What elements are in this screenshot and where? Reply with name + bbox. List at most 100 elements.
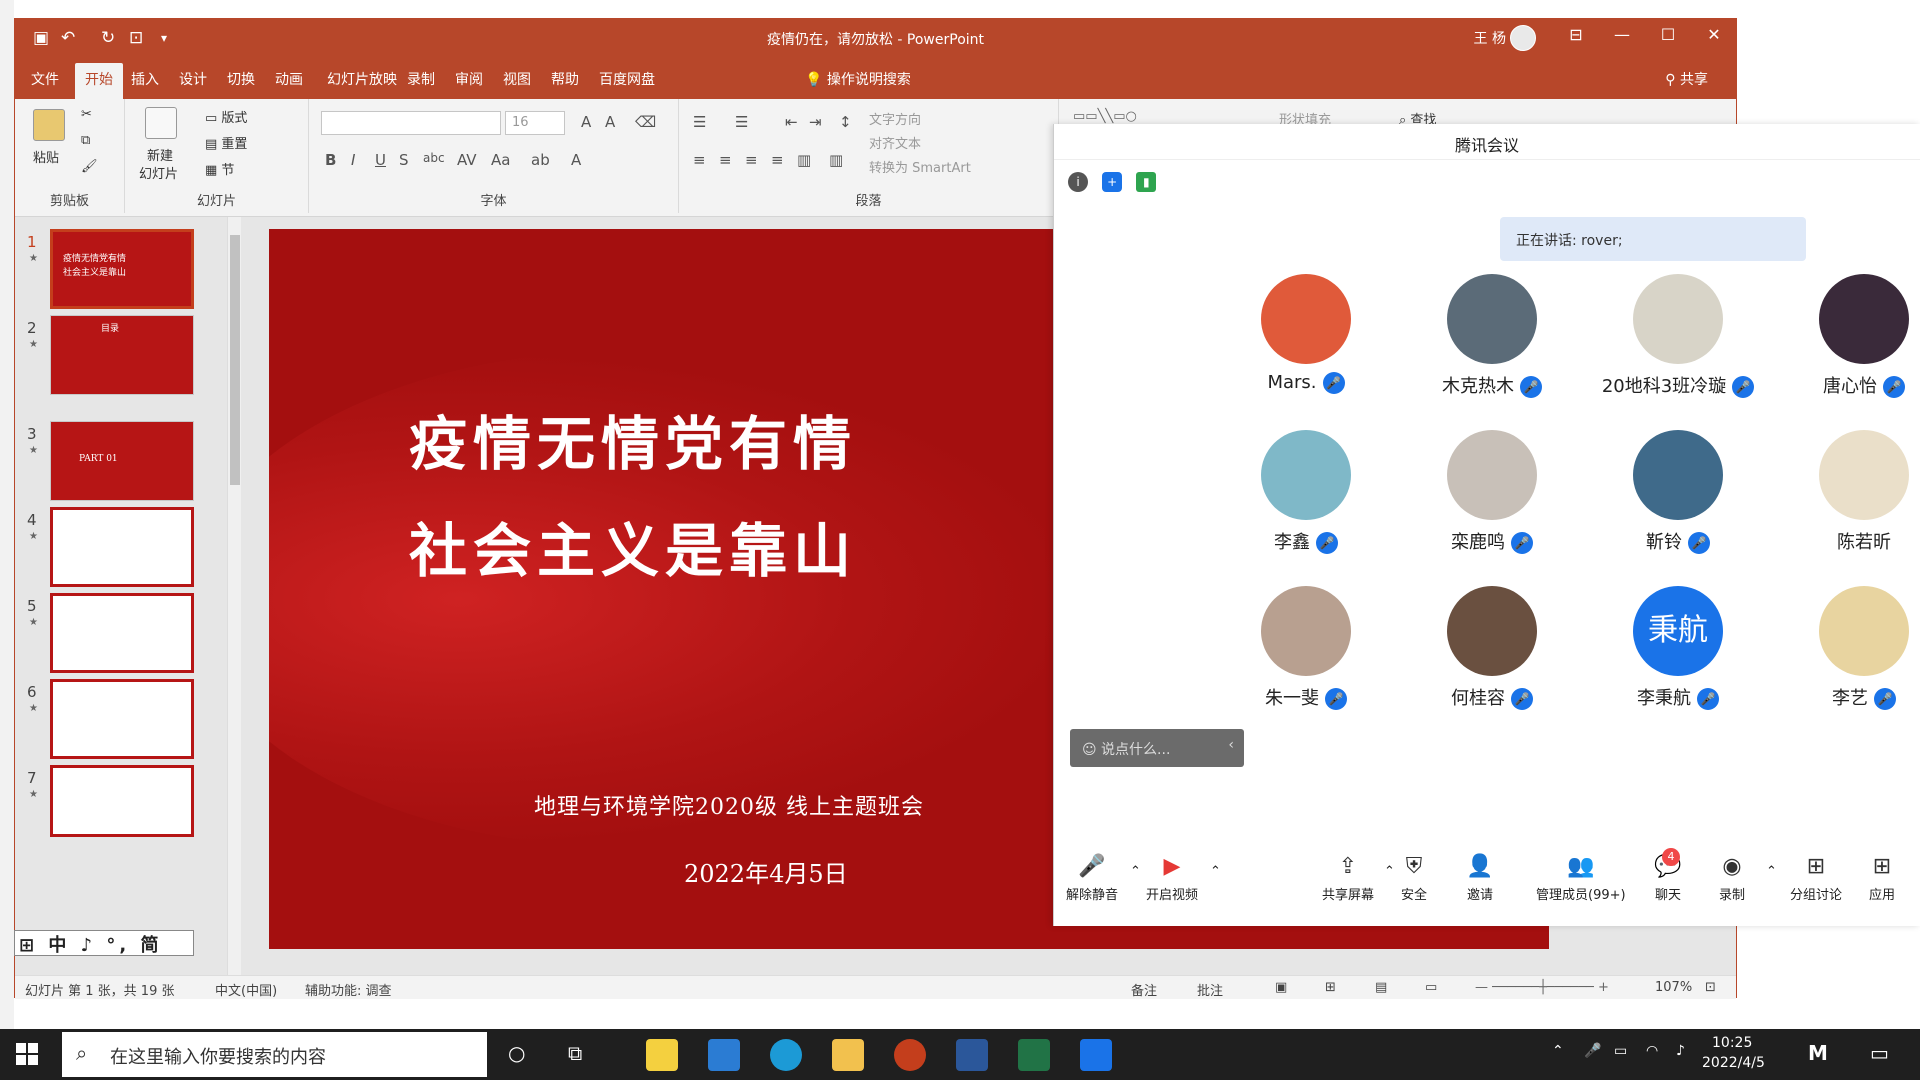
text-direction-button[interactable]: 文字方向 — [869, 109, 921, 128]
menu-animations[interactable]: 动画 — [275, 69, 303, 89]
taskbar-search[interactable]: ⌕ 在这里输入你要搜索的内容 — [62, 1032, 487, 1077]
avatar[interactable] — [1819, 274, 1909, 364]
mail-icon[interactable] — [708, 1039, 740, 1071]
signal-icon[interactable]: ▮ — [1136, 172, 1157, 192]
participant-tile[interactable]: 唐心怡 🎤 — [1774, 274, 1920, 398]
sticky-notes-icon[interactable] — [646, 1039, 678, 1071]
participant-tile[interactable]: 20地科3班冷璇 🎤 — [1588, 274, 1768, 398]
fit-slide-icon[interactable]: ⊡ — [1705, 980, 1716, 995]
participant-tile[interactable]: 何桂容 🎤 — [1402, 586, 1582, 710]
scrollbar-thumb[interactable] — [230, 235, 240, 485]
comments-button[interactable]: 批注 — [1197, 980, 1223, 999]
bullets-icon[interactable]: ☰ — [693, 113, 706, 131]
layout-button[interactable]: ▭ 版式 — [205, 107, 247, 126]
new-slide-button[interactable]: 新建 — [147, 145, 173, 164]
reset-button[interactable]: ▤ 重置 — [205, 133, 247, 152]
avatar[interactable] — [1261, 274, 1351, 364]
font-name-combo[interactable] — [321, 111, 501, 135]
menu-help[interactable]: 帮助 — [551, 69, 579, 89]
italic-icon[interactable]: I — [351, 151, 355, 169]
copy-icon[interactable]: ⧉ — [81, 133, 90, 148]
apps-button[interactable]: ⊞ 应用 — [1868, 854, 1896, 903]
edge-icon[interactable] — [770, 1039, 802, 1071]
participant-tile[interactable]: 李鑫 🎤 — [1216, 430, 1396, 554]
avatar[interactable] — [1447, 274, 1537, 364]
share-button[interactable]: ⚲ 共享 — [1665, 69, 1708, 89]
ime-toolbar[interactable]: ⊞ 中 ♪ °, 简 — [14, 930, 194, 956]
thumbnail-1[interactable]: 疫情无情党有情 社会主义是靠山 — [50, 229, 194, 309]
numbering-icon[interactable]: ☰ — [735, 113, 748, 131]
font-size-combo[interactable]: 16 — [505, 111, 565, 135]
shapes-gallery[interactable]: ▭▭╲╲▭○ — [1073, 109, 1137, 124]
avatar[interactable] — [1261, 586, 1351, 676]
align-text-button[interactable]: 对齐文本 — [869, 133, 921, 152]
notes-button[interactable]: 备注 — [1131, 980, 1157, 999]
excel-icon[interactable] — [1018, 1039, 1050, 1071]
thumbnail-4[interactable] — [50, 507, 194, 587]
menu-view[interactable]: 视图 — [503, 69, 531, 89]
menu-transitions[interactable]: 切换 — [227, 69, 255, 89]
share-options-icon[interactable]: ⌃ — [1384, 864, 1395, 879]
increase-font-icon[interactable]: A — [581, 113, 591, 131]
shield-icon[interactable]: + — [1102, 172, 1123, 192]
avatar[interactable] — [1447, 430, 1537, 520]
collapse-icon[interactable]: ‹ — [1228, 737, 1234, 753]
mute-options-icon[interactable]: ⌃ — [1130, 864, 1141, 879]
shadow-icon[interactable]: S — [399, 151, 409, 169]
decrease-indent-icon[interactable]: ⇤ — [785, 113, 798, 131]
microphone-icon[interactable]: 🎤 — [1584, 1043, 1601, 1059]
input-method-icon[interactable]: M — [1808, 1041, 1828, 1065]
reading-view-icon[interactable]: ▤ — [1375, 980, 1387, 995]
language[interactable]: 中文(中国) — [215, 980, 277, 999]
avatar[interactable] — [1819, 430, 1909, 520]
menu-home[interactable]: 开始 — [75, 63, 123, 99]
section-button[interactable]: ▦ 节 — [205, 159, 234, 178]
avatar[interactable] — [1633, 430, 1723, 520]
participant-tile[interactable]: 李艺 🎤 — [1774, 586, 1920, 710]
clock-date[interactable]: 2022/4/5 — [1702, 1055, 1765, 1071]
show-hidden-icons[interactable]: ⌃ — [1552, 1043, 1564, 1059]
menu-baidu[interactable]: 百度网盘 — [599, 69, 655, 89]
wifi-icon[interactable]: ◠ — [1646, 1043, 1658, 1059]
members-button[interactable]: 👥 管理成员(99+) — [1536, 854, 1626, 903]
slide-subtitle[interactable]: 地理与环境学院2020级 线上主题班会 — [534, 789, 924, 821]
chat-input[interactable]: ☺ 说点什么... ‹ — [1070, 729, 1244, 767]
file-explorer-icon[interactable] — [832, 1039, 864, 1071]
thumbnail-3[interactable]: PART 01 — [50, 421, 194, 501]
zoom-level[interactable]: 107% — [1655, 980, 1692, 995]
powerpoint-icon[interactable] — [894, 1039, 926, 1071]
battery-icon[interactable]: ▭ — [1614, 1043, 1627, 1059]
slideshow-view-icon[interactable]: ▭ — [1425, 980, 1437, 995]
participant-tile[interactable]: 陈若昕 — [1774, 430, 1920, 554]
avatar[interactable] — [1447, 586, 1537, 676]
slide-title-line1[interactable]: 疫情无情党有情 — [409, 397, 857, 481]
participant-tile[interactable]: 朱一斐 🎤 — [1216, 586, 1396, 710]
unmute-button[interactable]: 🎤 解除静音 — [1066, 854, 1118, 903]
smartart-button[interactable]: 转换为 SmartArt — [869, 157, 971, 176]
thumbnail-2[interactable]: 目录 — [50, 315, 194, 395]
menu-record[interactable]: 录制 — [407, 69, 435, 89]
slide-date[interactable]: 2022年4月5日 — [684, 854, 848, 889]
thumbnail-7[interactable] — [50, 765, 194, 837]
menu-review[interactable]: 审阅 — [455, 69, 483, 89]
char-spacing-icon[interactable]: AV — [457, 151, 477, 169]
emoji-icon[interactable]: ☺ — [1082, 742, 1101, 758]
slide-sorter-icon[interactable]: ⊞ — [1325, 980, 1336, 995]
menu-design[interactable]: 设计 — [179, 69, 207, 89]
zoom-slider[interactable]: — ──────┼────── + — [1475, 980, 1609, 995]
volume-icon[interactable]: ♪ — [1676, 1043, 1685, 1059]
thumbnail-scrollbar[interactable] — [227, 217, 241, 975]
line-spacing-icon[interactable]: ↕ — [839, 113, 852, 131]
change-case-icon[interactable]: Aa — [491, 151, 510, 169]
increase-indent-icon[interactable]: ⇥ — [809, 113, 822, 131]
justify-icon[interactable]: ≡ — [771, 151, 784, 169]
word-icon[interactable] — [956, 1039, 988, 1071]
bold-icon[interactable]: B — [325, 151, 336, 169]
minimize-icon[interactable]: — — [1602, 25, 1642, 44]
strikethrough-icon[interactable]: abc — [423, 151, 445, 165]
avatar[interactable]: 秉航 — [1633, 586, 1723, 676]
avatar[interactable] — [1261, 430, 1351, 520]
participant-tile[interactable]: Mars. 🎤 — [1216, 274, 1396, 394]
task-view-icon[interactable]: ⧉ — [568, 1041, 582, 1065]
cortana-icon[interactable]: ○ — [508, 1041, 525, 1065]
